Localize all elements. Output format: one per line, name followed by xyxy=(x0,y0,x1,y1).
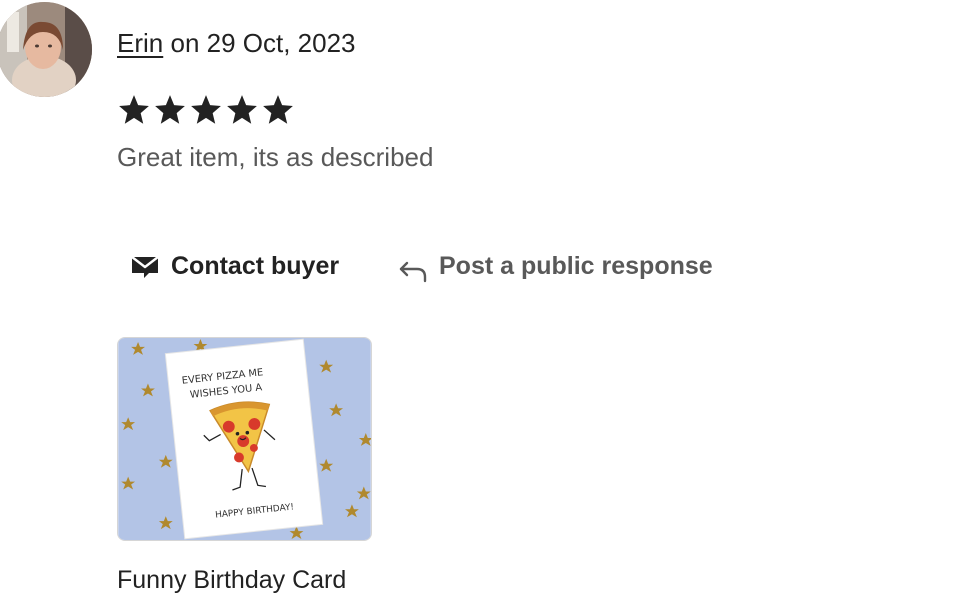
post-public-response-button[interactable]: Post a public response xyxy=(397,246,713,286)
birthday-card-image: EVERY PIZZA ME WISHES YOU A HAPPY BIRTHD… xyxy=(118,338,371,540)
reviewer-name-link[interactable]: Erin xyxy=(117,28,163,58)
review-text: Great item, its as described xyxy=(117,142,434,172)
star-rating xyxy=(117,93,295,127)
review-header: Erin on 29 Oct, 2023 xyxy=(117,27,356,59)
item-thumbnail[interactable]: EVERY PIZZA ME WISHES YOU A HAPPY BIRTHD… xyxy=(117,337,372,541)
star-icon xyxy=(227,95,257,124)
reviewer-avatar[interactable] xyxy=(0,2,92,97)
contact-buyer-button[interactable]: Contact buyer xyxy=(129,246,339,286)
star-icon xyxy=(191,95,221,124)
contact-buyer-label: Contact buyer xyxy=(171,251,340,280)
star-icon xyxy=(155,95,185,124)
reply-arrow-icon xyxy=(399,261,427,283)
avatar-photo xyxy=(0,2,92,97)
post-public-response-label: Post a public response xyxy=(439,251,713,280)
star-icon xyxy=(119,95,149,124)
star-icon xyxy=(263,95,293,124)
item-title-link[interactable]: Funny Birthday Card xyxy=(117,564,346,596)
envelope-icon xyxy=(131,256,159,278)
review-date: on 29 Oct, 2023 xyxy=(170,28,356,58)
